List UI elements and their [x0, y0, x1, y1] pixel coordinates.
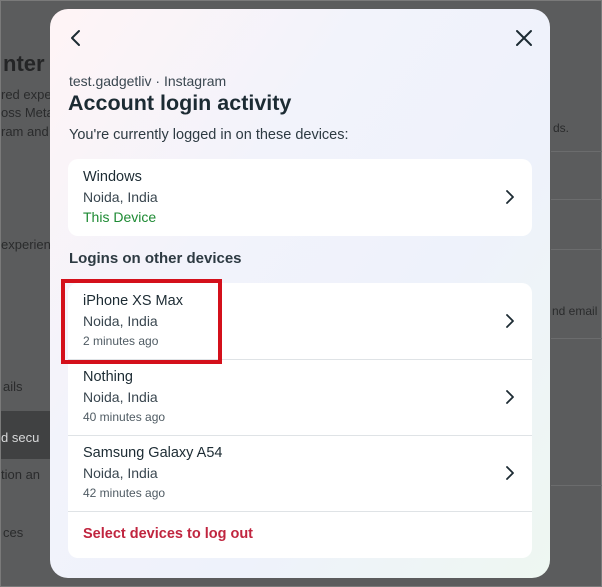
background-text: experien — [1, 237, 51, 252]
device-location: Noida, India — [83, 465, 158, 481]
dialog-title: Account login activity — [68, 91, 292, 115]
device-location: Noida, India — [83, 313, 158, 329]
account-login-activity-dialog: test.gadgetliv · Instagram Account login… — [50, 9, 550, 578]
back-arrow-icon — [71, 30, 80, 46]
device-last-active: 2 minutes ago — [83, 334, 159, 348]
background-divider — [551, 151, 602, 152]
background-text: ails — [3, 379, 23, 394]
other-devices-heading: Logins on other devices — [69, 250, 242, 267]
background-text: oss Meta — [1, 105, 54, 120]
background-text: red expe — [1, 87, 52, 102]
close-button[interactable] — [512, 26, 536, 50]
other-devices-card: iPhone XS Max Noida, India 2 minutes ago… — [68, 283, 532, 558]
device-last-active: 40 minutes ago — [83, 410, 166, 424]
close-icon — [516, 30, 532, 46]
device-last-active: 42 minutes ago — [83, 486, 166, 500]
background-text: ds. — [553, 121, 570, 135]
this-device-label: This Device — [83, 209, 157, 225]
background-divider — [551, 485, 602, 486]
background-text: ram and — [1, 124, 49, 139]
background-text: nd email — [552, 304, 598, 318]
account-identifier: test.gadgetliv · Instagram — [69, 73, 227, 89]
background-divider — [551, 199, 602, 200]
back-button[interactable] — [64, 26, 88, 50]
dialog-subtitle: You're currently logged in on these devi… — [69, 127, 349, 143]
background-divider — [551, 249, 602, 250]
device-row-nothing[interactable]: Nothing Noida, India 40 minutes ago — [68, 359, 532, 435]
device-row-samsung-galaxy-a54[interactable]: Samsung Galaxy A54 Noida, India 42 minut… — [68, 435, 532, 511]
select-devices-to-log-out-link[interactable]: Select devices to log out — [83, 526, 253, 542]
chevron-right-icon — [506, 314, 514, 328]
device-name: iPhone XS Max — [83, 293, 183, 309]
row-divider — [68, 511, 532, 512]
device-location: Noida, India — [83, 389, 158, 405]
chevron-right-icon — [506, 390, 514, 404]
background-title: nter — [3, 51, 45, 76]
device-row-iphone-xs-max[interactable]: iPhone XS Max Noida, India 2 minutes ago — [68, 283, 532, 359]
chevron-right-icon — [506, 466, 514, 480]
background-divider — [551, 338, 602, 339]
device-name: Samsung Galaxy A54 — [83, 445, 223, 461]
device-location: Noida, India — [83, 189, 158, 205]
background-text: ces — [3, 525, 24, 540]
current-device-card: Windows Noida, India This Device — [68, 159, 532, 236]
device-name: Nothing — [83, 369, 133, 385]
chevron-right-icon — [506, 190, 514, 204]
background-text: d secu — [1, 430, 40, 445]
background-text: tion an — [1, 467, 41, 482]
device-name: Windows — [83, 169, 142, 185]
current-device-row[interactable]: Windows Noida, India This Device — [68, 159, 532, 236]
